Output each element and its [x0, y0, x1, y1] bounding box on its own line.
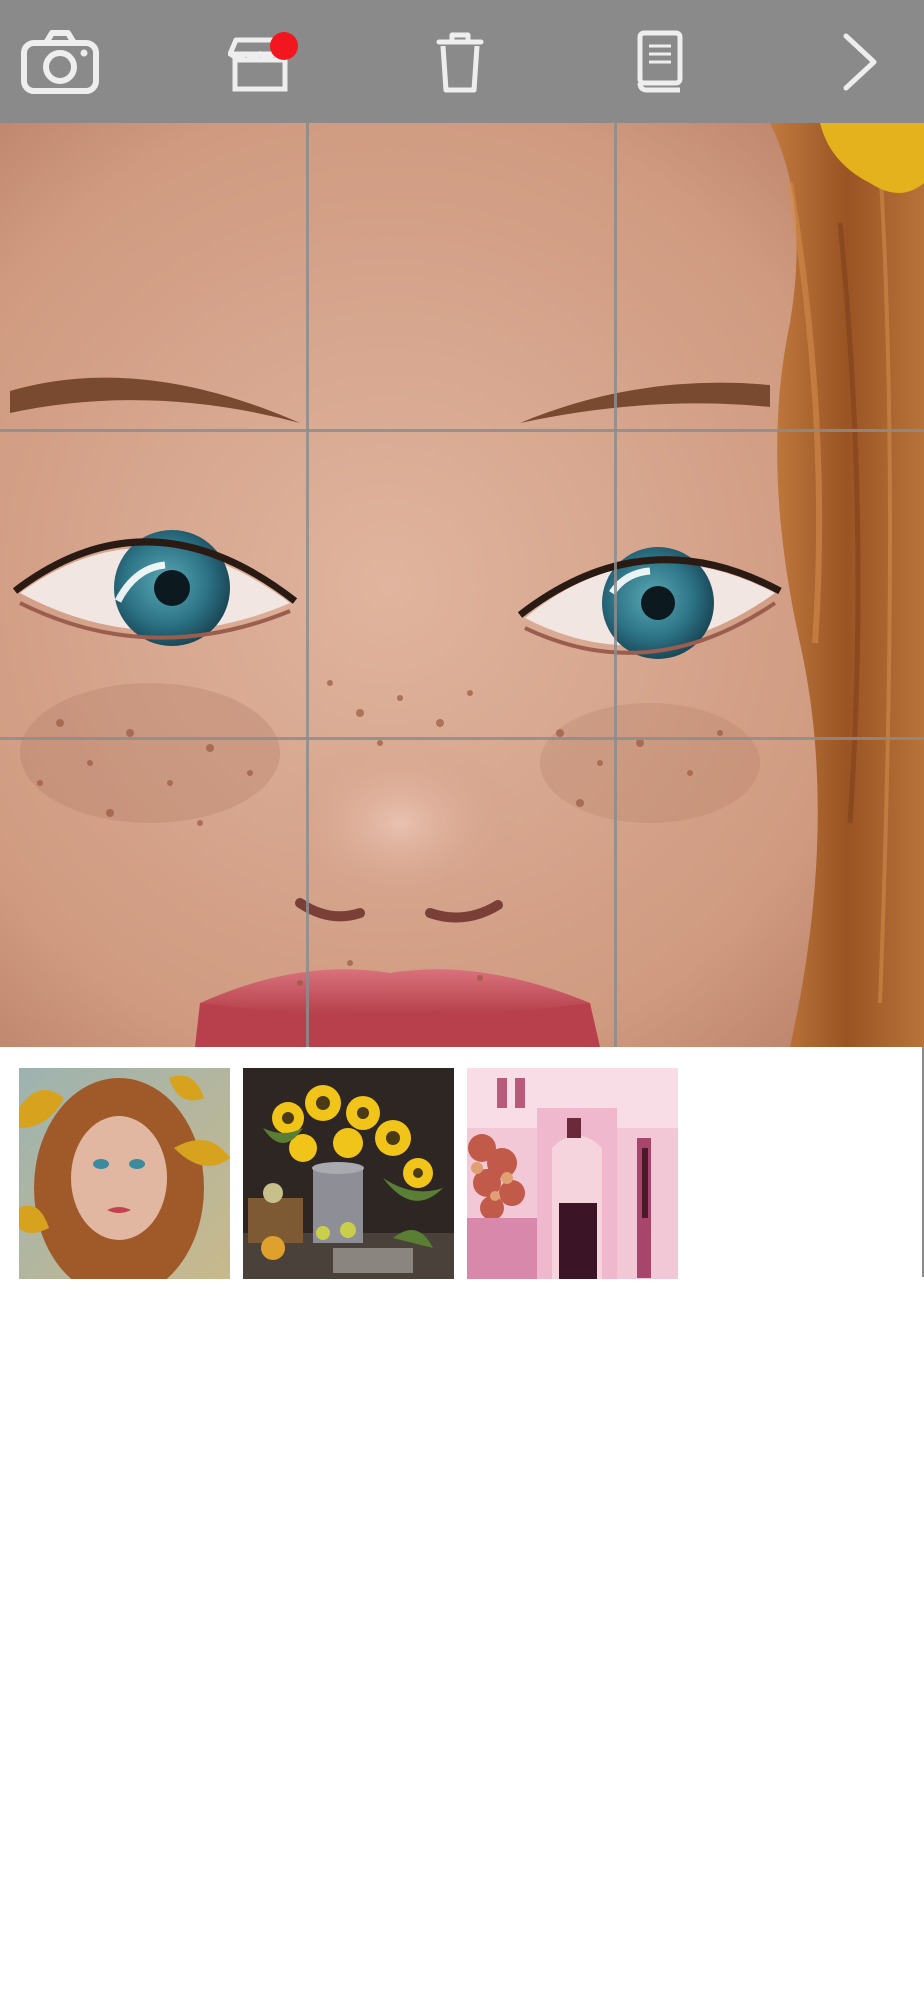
grid-line: [0, 429, 924, 432]
thumbnail-sunflowers[interactable]: [243, 1068, 454, 1279]
empty-workspace: [0, 1280, 924, 2000]
camera-button[interactable]: [12, 14, 108, 110]
notification-badge: [270, 32, 298, 60]
book-icon: [635, 30, 685, 94]
store-button[interactable]: [212, 14, 308, 110]
trash-icon: [433, 30, 487, 94]
photo-editor-canvas[interactable]: [0, 123, 924, 1047]
grid-line: [614, 123, 617, 1047]
next-button[interactable]: [812, 14, 908, 110]
thumbnail-strip: [0, 1047, 924, 1280]
camera-icon: [20, 29, 100, 95]
guide-button[interactable]: [612, 14, 708, 110]
thumbnail-portrait[interactable]: [19, 1068, 230, 1279]
delete-button[interactable]: [412, 14, 508, 110]
top-toolbar: [0, 0, 924, 123]
chevron-right-icon: [840, 32, 880, 92]
thumbnail-alley[interactable]: [467, 1068, 678, 1279]
grid-line: [0, 737, 924, 740]
grid-line: [306, 123, 309, 1047]
portrait-photo: [0, 123, 924, 1047]
